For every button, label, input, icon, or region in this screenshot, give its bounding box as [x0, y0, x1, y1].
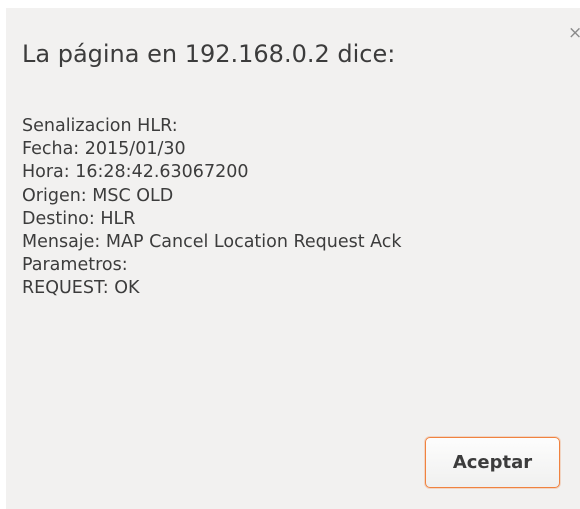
- accept-button[interactable]: Aceptar: [425, 437, 560, 488]
- message-line: Parametros:: [22, 255, 128, 276]
- message-line: REQUEST: OK: [22, 278, 140, 299]
- message-line: Senalizacion HLR:: [22, 116, 178, 136]
- message-line: Fecha: 2015/01/30: [22, 139, 186, 160]
- message-line: Origen: MSC OLD: [22, 185, 174, 206]
- close-icon[interactable]: ×: [568, 24, 580, 42]
- message-line: Mensaje: MAP Cancel Location Request Ack: [22, 231, 402, 252]
- dialog-message: Senalizacion HLR: Fecha: 2015/01/30 Hora…: [22, 115, 402, 301]
- dialog-title: La página en 192.168.0.2 dice:: [22, 40, 396, 68]
- message-line: Destino: HLR: [22, 208, 136, 229]
- message-line: Hora: 16:28:42.63067200: [22, 162, 249, 183]
- alert-dialog: × La página en 192.168.0.2 dice: Senaliz…: [6, 8, 580, 509]
